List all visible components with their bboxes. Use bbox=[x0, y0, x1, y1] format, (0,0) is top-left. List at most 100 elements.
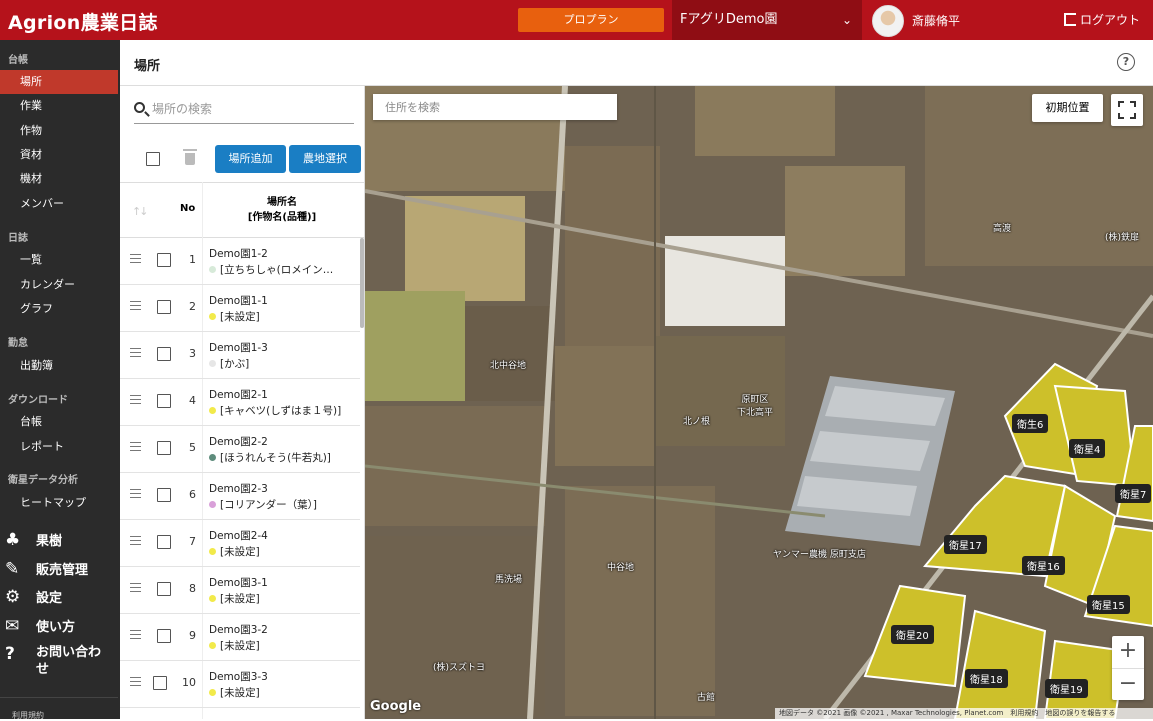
initial-position-button[interactable]: 初期位置 bbox=[1032, 94, 1103, 122]
table-row[interactable]: 3 Demo園1-3 [かぶ] bbox=[120, 332, 360, 379]
sidebar-item-timesheet[interactable]: 出勤簿 bbox=[0, 354, 118, 378]
column-place-name: 場所名 [作物名(品種)] bbox=[202, 195, 362, 225]
trash-icon[interactable] bbox=[183, 149, 197, 165]
sidebar-item-list[interactable]: 一覧 bbox=[0, 248, 118, 272]
table-row[interactable]: 10 Demo園3-3 [未設定] bbox=[120, 661, 360, 708]
satellite-field-label[interactable]: 衛星7 bbox=[1115, 484, 1152, 503]
terms-link[interactable]: 利用規約 bbox=[12, 710, 44, 721]
sidebar-item-download-ledger[interactable]: 台帳 bbox=[0, 410, 118, 434]
farm-selector[interactable]: FアグリDemo園 ⌄ bbox=[672, 0, 862, 40]
place-search-input[interactable] bbox=[152, 98, 352, 120]
drag-handle-icon[interactable] bbox=[130, 536, 141, 545]
select-all-checkbox[interactable] bbox=[146, 152, 160, 166]
sidebar-section-ledger: 台帳 bbox=[8, 55, 28, 66]
satellite-field-label[interactable]: 衛星15 bbox=[1087, 595, 1130, 614]
sidebar-item-members[interactable]: メンバー bbox=[0, 192, 118, 216]
sort-icon[interactable]: ↑↓ bbox=[132, 205, 149, 218]
fullscreen-icon[interactable] bbox=[1111, 94, 1143, 126]
sidebar-item-sales[interactable]: ✎ 販売管理 bbox=[0, 559, 118, 579]
row-no: 5 bbox=[189, 441, 196, 454]
drag-handle-icon[interactable] bbox=[130, 489, 141, 498]
drag-handle-icon[interactable] bbox=[130, 442, 141, 451]
sidebar-item-graph[interactable]: グラフ bbox=[0, 297, 118, 321]
address-search-input[interactable] bbox=[373, 94, 617, 120]
sidebar-item-crops[interactable]: 作物 bbox=[0, 119, 118, 143]
zoom-in-button[interactable]: + bbox=[1112, 636, 1144, 668]
row-checkbox[interactable] bbox=[157, 347, 171, 361]
table-row[interactable]: 8 Demo園3-1 [未設定] bbox=[120, 567, 360, 614]
app-logo[interactable]: Agrion農業日誌 bbox=[8, 8, 158, 35]
row-checkbox[interactable] bbox=[157, 394, 171, 408]
table-row[interactable]: 1 Demo園1-2 [立ちちしゃ(ロメイン… bbox=[120, 238, 360, 285]
place-list-panel: 場所追加 農地選択 ↑↓ No 場所名 [作物名(品種)] 1 Demo園1-2… bbox=[120, 86, 365, 719]
drag-handle-icon[interactable] bbox=[130, 301, 141, 310]
user-menu[interactable]: 斎藤脩平 bbox=[864, 0, 1054, 40]
satellite-field-label[interactable]: 衛星4 bbox=[1069, 439, 1106, 458]
satellite-map[interactable]: 初期位置 北中谷地 北ノ根 原町区 下北高平 中谷地 馬洗場 ヤンマー農機 原町… bbox=[365, 86, 1153, 719]
crop-color-dot bbox=[209, 548, 216, 555]
crop-color-dot bbox=[209, 313, 216, 320]
satellite-field-label[interactable]: 衛生6 bbox=[1012, 414, 1049, 433]
app-header: Agrion農業日誌 プロプラン FアグリDemo園 ⌄ 斎藤脩平 ログアウト bbox=[0, 0, 1153, 40]
row-checkbox[interactable] bbox=[157, 441, 171, 455]
logout-button[interactable]: ログアウト bbox=[1064, 11, 1140, 28]
map-place-label: 原町区 下北高平 bbox=[737, 395, 774, 418]
row-no: 4 bbox=[189, 394, 196, 407]
row-crop-label: [未設定] bbox=[220, 593, 260, 605]
map-place-label: (株)鉄扉 bbox=[1105, 233, 1140, 243]
sidebar-item-heatmap[interactable]: ヒートマップ bbox=[0, 491, 118, 515]
row-checkbox[interactable] bbox=[157, 253, 171, 267]
sidebar-item-contact[interactable]: ? お問い合わせ bbox=[0, 644, 112, 678]
map-attribution[interactable]: 地図データ ©2021 画像 ©2021 , Maxar Technologie… bbox=[775, 708, 1153, 719]
satellite-field-label[interactable]: 衛星19 bbox=[1045, 679, 1088, 698]
sidebar-item-fruit-trees[interactable]: ♣ 果樹 bbox=[0, 530, 118, 550]
list-scrollbar[interactable] bbox=[360, 238, 364, 328]
column-no: No bbox=[180, 203, 196, 214]
help-icon[interactable]: ? bbox=[1117, 53, 1135, 71]
sidebar-section-satellite: 衛星データ分析 bbox=[8, 475, 78, 486]
zoom-out-button[interactable]: − bbox=[1112, 668, 1144, 700]
sidebar-item-places[interactable]: 場所 bbox=[0, 70, 118, 94]
sidebar-item-howto[interactable]: ✉ 使い方 bbox=[0, 616, 118, 636]
add-place-button[interactable]: 場所追加 bbox=[215, 145, 286, 173]
place-search bbox=[134, 96, 354, 124]
drag-handle-icon[interactable] bbox=[130, 348, 141, 357]
satellite-field-label[interactable]: 衛星20 bbox=[891, 625, 934, 644]
row-place-name: Demo園3-2 bbox=[209, 624, 268, 636]
list-toolbar: 場所追加 農地選択 bbox=[120, 144, 365, 176]
table-row[interactable]: 7 Demo園2-4 [未設定] bbox=[120, 520, 360, 567]
sidebar-item-report[interactable]: レポート bbox=[0, 435, 118, 459]
satellite-field-label[interactable]: 衛星18 bbox=[965, 669, 1008, 688]
row-crop: [未設定] bbox=[209, 309, 359, 324]
drag-handle-icon[interactable] bbox=[130, 583, 141, 592]
satellite-field-label[interactable]: 衛星16 bbox=[1022, 556, 1065, 575]
sidebar-item-materials[interactable]: 資材 bbox=[0, 143, 118, 167]
drag-handle-icon[interactable] bbox=[130, 395, 141, 404]
row-no: 8 bbox=[189, 582, 196, 595]
select-farmland-button[interactable]: 農地選択 bbox=[289, 145, 361, 173]
sidebar-item-machines[interactable]: 機材 bbox=[0, 167, 118, 191]
table-row[interactable]: 5 Demo園2-2 [ほうれんそう(牛若丸)] bbox=[120, 426, 360, 473]
row-crop: [未設定] bbox=[209, 685, 359, 700]
row-checkbox[interactable] bbox=[157, 582, 171, 596]
row-checkbox[interactable] bbox=[157, 488, 171, 502]
row-checkbox[interactable] bbox=[153, 676, 167, 690]
row-checkbox[interactable] bbox=[157, 535, 171, 549]
drag-handle-icon[interactable] bbox=[130, 677, 141, 686]
sidebar-item-work[interactable]: 作業 bbox=[0, 94, 118, 118]
row-checkbox[interactable] bbox=[157, 300, 171, 314]
row-place-name: Demo園2-4 bbox=[209, 530, 268, 542]
satellite-field-label[interactable]: 衛星17 bbox=[944, 535, 987, 554]
table-row[interactable]: 2 Demo園1-1 [未設定] bbox=[120, 285, 360, 332]
table-row[interactable]: 6 Demo園2-3 [コリアンダー（葉）] bbox=[120, 473, 360, 520]
table-row[interactable]: 9 Demo園3-2 [未設定] bbox=[120, 614, 360, 661]
sidebar-item-settings[interactable]: ⚙ 設定 bbox=[0, 587, 118, 607]
drag-handle-icon[interactable] bbox=[130, 630, 141, 639]
fruit-trees-label: 果樹 bbox=[36, 534, 63, 549]
pro-plan-button[interactable]: プロプラン bbox=[518, 8, 664, 32]
page-title: 場所 bbox=[134, 59, 161, 74]
row-checkbox[interactable] bbox=[157, 629, 171, 643]
sidebar-item-calendar[interactable]: カレンダー bbox=[0, 273, 118, 297]
table-row[interactable]: 4 Demo園2-1 [キャベツ(しずはま１号)] bbox=[120, 379, 360, 426]
drag-handle-icon[interactable] bbox=[130, 254, 141, 263]
